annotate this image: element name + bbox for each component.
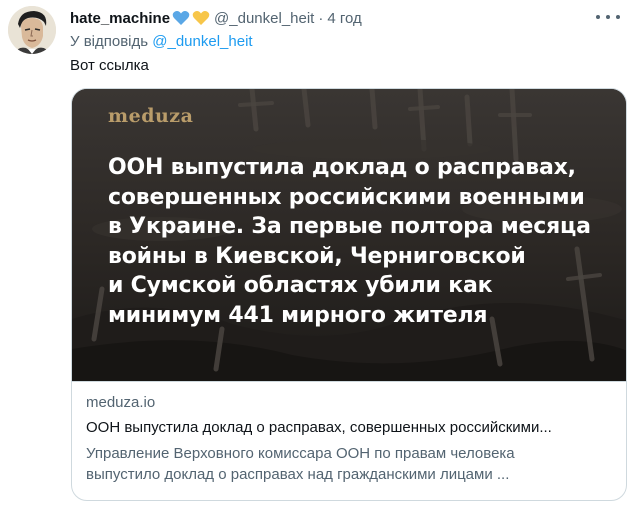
tweet-header: hate_machine @_dunkel_heit · 4 год bbox=[70, 7, 362, 29]
card-logo: meduza bbox=[108, 105, 194, 127]
blue-heart-icon bbox=[172, 11, 190, 25]
headline-line: минимум 441 мирного жителя bbox=[108, 302, 488, 328]
yellow-heart-icon bbox=[192, 11, 210, 25]
tweet[interactable]: hate_machine @_dunkel_heit · 4 год У від… bbox=[0, 0, 633, 508]
card-title: ООН выпустила доклад о расправах, соверш… bbox=[86, 419, 552, 436]
avatar-illustration bbox=[8, 6, 56, 54]
display-name[interactable]: hate_machine bbox=[70, 10, 170, 27]
headline-line: и Сумской областях убили как bbox=[108, 273, 493, 298]
separator-dot: · bbox=[318, 9, 324, 27]
description-line: Управление Верховного комиссара ООН по п… bbox=[86, 445, 515, 462]
timestamp[interactable]: 4 год bbox=[327, 10, 361, 27]
reply-prefix: У відповідь bbox=[70, 33, 149, 50]
more-horizontal-icon[interactable] bbox=[596, 8, 620, 26]
headline-line: совершенных российскими военными bbox=[108, 184, 585, 210]
card-info[interactable]: meduza.io ООН выпустила доклад о расправ… bbox=[72, 381, 626, 500]
avatar[interactable] bbox=[8, 6, 56, 54]
headline-line: ООН выпустила доклад о расправах, bbox=[108, 155, 576, 180]
headline-line: войны в Киевской, Черниговской bbox=[108, 243, 526, 269]
headline-line: в Украине. За первые полтора месяца bbox=[108, 214, 591, 239]
tweet-text: Вот ссылка bbox=[70, 57, 149, 74]
card-image[interactable]: meduza ООН выпустила доклад о расправах,… bbox=[72, 89, 626, 381]
user-handle[interactable]: @_dunkel_heit bbox=[214, 10, 314, 27]
card-image-headline: ООН выпустила доклад о расправах, соверш… bbox=[108, 153, 608, 330]
link-card[interactable]: meduza ООН выпустила доклад о расправах,… bbox=[71, 88, 627, 501]
description-line: выпустило доклад о расправах над граждан… bbox=[86, 466, 510, 483]
card-domain: meduza.io bbox=[86, 394, 156, 411]
reply-to-link[interactable]: @_dunkel_heit bbox=[152, 33, 252, 50]
reply-context: У відповідь @_dunkel_heit bbox=[70, 33, 253, 50]
card-description: Управление Верховного комиссара ООН по п… bbox=[86, 443, 606, 485]
